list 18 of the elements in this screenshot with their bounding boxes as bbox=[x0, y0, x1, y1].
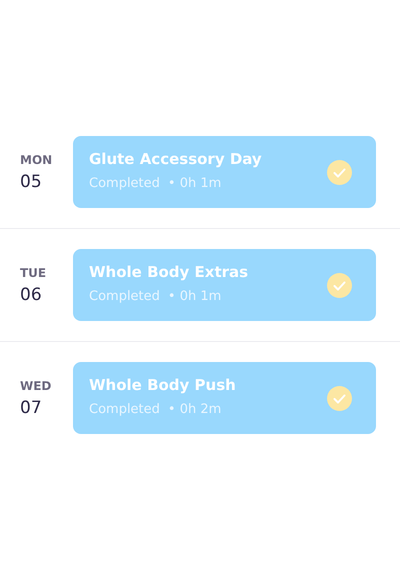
status-label: Completed bbox=[89, 175, 160, 194]
duration-label: • 0h 2m bbox=[168, 401, 222, 420]
workout-card[interactable]: Whole Body Push Completed • 0h 2m bbox=[73, 362, 376, 434]
weekday-label: TUE bbox=[20, 266, 48, 278]
workout-title: Whole Body Extras bbox=[89, 263, 250, 282]
date-label: 05 bbox=[20, 174, 43, 190]
duration-label: • 0h 1m bbox=[168, 288, 222, 306]
workout-title: Glute Accessory Day bbox=[89, 150, 263, 170]
status-label: Completed bbox=[89, 401, 160, 420]
weekday-label: MON bbox=[20, 154, 54, 166]
weekday-label: WED bbox=[20, 380, 52, 392]
duration-label: • 0h 1m bbox=[168, 175, 222, 194]
workout-card[interactable]: Whole Body Extras Completed • 0h 1m bbox=[73, 249, 376, 321]
workout-card[interactable]: Glute Accessory Day Completed • 0h 1m bbox=[73, 136, 376, 208]
date-label: 06 bbox=[20, 286, 43, 304]
date-label: 07 bbox=[20, 400, 43, 416]
workout-title: Whole Body Push bbox=[89, 376, 237, 396]
status-label: Completed bbox=[89, 288, 160, 306]
